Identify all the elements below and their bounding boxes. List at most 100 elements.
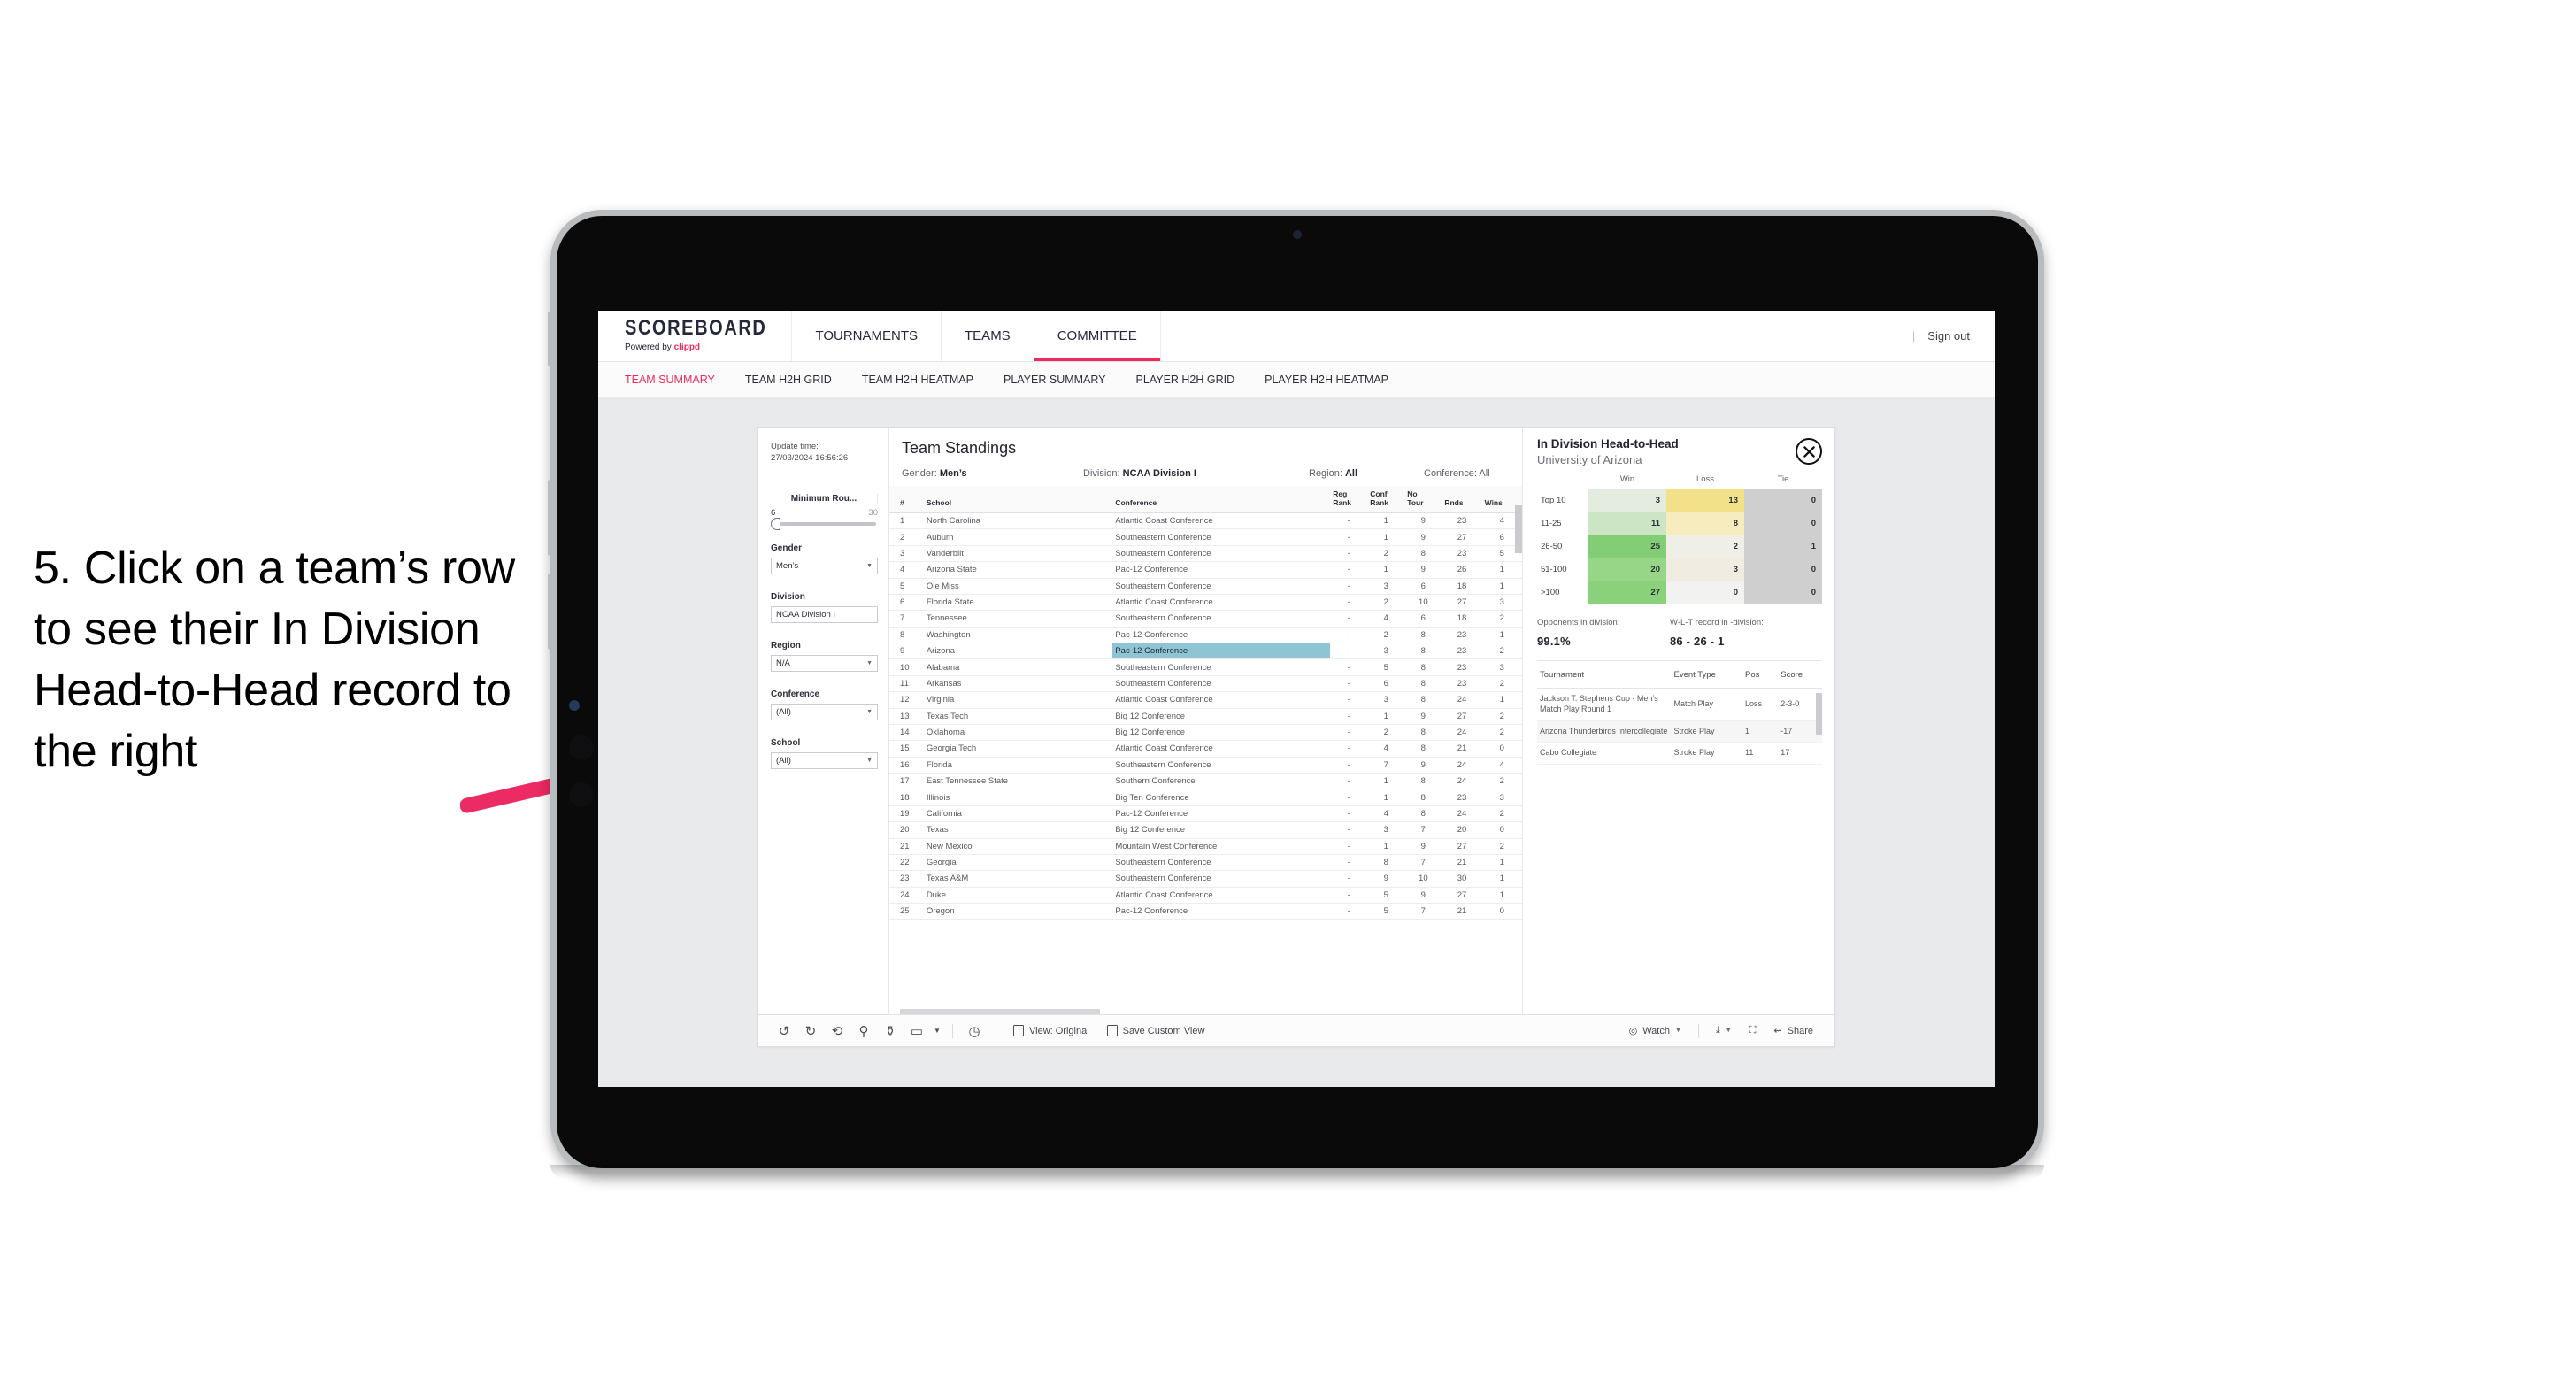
- col-pos[interactable]: Pos: [1742, 663, 1779, 689]
- h2h-cell-win[interactable]: 25: [1588, 535, 1666, 558]
- tournament-row[interactable]: Arizona Thunderbirds Intercollegiate Stro…: [1537, 720, 1822, 743]
- h2h-cell-loss[interactable]: 3: [1666, 558, 1744, 581]
- col-conference[interactable]: Conference: [1112, 486, 1331, 514]
- table-row[interactable]: 16 Florida Southeastern Conference -7 9 24 4: [889, 757, 1522, 774]
- table-row[interactable]: 12 Virginia Atlantic Coast Conference -3 8 24…: [889, 691, 1522, 709]
- col-reg-rank[interactable]: Reg Rank: [1330, 486, 1368, 514]
- h2h-cell-tie[interactable]: 0: [1744, 489, 1822, 512]
- h2h-cell-win[interactable]: 11: [1588, 512, 1666, 535]
- school-select[interactable]: (All) ▼: [771, 751, 878, 769]
- vertical-scrollbar[interactable]: [1515, 505, 1522, 553]
- conference-select[interactable]: (All) ▼: [771, 703, 878, 720]
- table-row[interactable]: 5 Ole Miss Southeastern Conference -3 6 18 1: [889, 578, 1522, 595]
- region-select[interactable]: N/A ▼: [771, 654, 878, 672]
- redo-icon[interactable]: ↻: [797, 1023, 824, 1039]
- tab-team-summary[interactable]: TEAM SUMMARY: [625, 373, 715, 386]
- save-custom-view-button[interactable]: Save Custom View: [1098, 1025, 1214, 1036]
- table-row[interactable]: 2 Auburn Southeastern Conference -1 9 27 6: [889, 528, 1522, 546]
- h2h-corner-cell: [1537, 474, 1588, 489]
- h2h-cell-loss[interactable]: 2: [1666, 535, 1744, 558]
- cell-no-tour: 7: [1404, 903, 1442, 920]
- tournament-row[interactable]: Jackson T. Stephens Cup - Men’s Match Pl…: [1537, 688, 1822, 721]
- tab-team-h2h-heatmap[interactable]: TEAM H2H HEATMAP: [862, 373, 973, 386]
- tournament-row[interactable]: Cabo Collegiate Stroke Play 11 17: [1537, 742, 1822, 766]
- tab-player-h2h-heatmap[interactable]: PLAYER H2H HEATMAP: [1265, 373, 1388, 386]
- cell-event-type: Stroke Play: [1671, 720, 1743, 743]
- col-score[interactable]: Score: [1778, 663, 1822, 689]
- view-original-button[interactable]: View: Original: [1004, 1025, 1098, 1036]
- close-icon[interactable]: [1796, 438, 1822, 465]
- watch-button[interactable]: ◎ Watch ▼: [1620, 1025, 1690, 1037]
- table-row[interactable]: 23 Texas A&M Southeastern Conference -9 10 30…: [889, 870, 1522, 888]
- tab-team-h2h-grid[interactable]: TEAM H2H GRID: [745, 373, 832, 386]
- cell-conf-rank: 1: [1367, 773, 1405, 790]
- cell-reg-rank: -: [1330, 610, 1368, 628]
- table-row[interactable]: 4 Arizona State Pac-12 Conference -1 9 26 1: [889, 561, 1522, 579]
- revert-icon[interactable]: ⟲: [824, 1023, 850, 1039]
- chevron-down-icon[interactable]: ▼: [930, 1027, 944, 1035]
- minimum-rounds-slider[interactable]: [771, 517, 876, 530]
- h2h-cell-tie[interactable]: 0: [1744, 581, 1822, 604]
- tab-player-summary[interactable]: PLAYER SUMMARY: [1003, 373, 1106, 386]
- gender-select[interactable]: Men’s ▼: [771, 557, 878, 574]
- table-row[interactable]: 8 Washington Pac-12 Conference -2 8 23 1: [889, 627, 1522, 644]
- table-row[interactable]: 1 North Carolina Atlantic Coast Conference…: [889, 512, 1522, 530]
- division-select[interactable]: NCAA Division I: [771, 605, 878, 623]
- slider-handle[interactable]: [771, 517, 780, 530]
- col-conf-rank[interactable]: Conf Rank: [1367, 486, 1405, 514]
- table-row[interactable]: 11 Arkansas Southeastern Conference -6 8 23 2: [889, 675, 1522, 693]
- alerts-icon[interactable]: ◷: [961, 1023, 988, 1039]
- pause-updates-icon[interactable]: ⚱: [877, 1023, 904, 1039]
- volume-down-button[interactable]: [548, 574, 552, 650]
- tournament-scrollbar[interactable]: [1816, 693, 1822, 736]
- table-row[interactable]: 13 Texas Tech Big 12 Conference -1 9 27 2: [889, 708, 1522, 725]
- table-row[interactable]: 22 Georgia Southeastern Conference -8 7 21 1: [889, 854, 1522, 872]
- table-row[interactable]: 24 Duke Atlantic Coast Conference -5 9 27 1: [889, 887, 1522, 905]
- table-row[interactable]: 7 Tennessee Southeastern Conference -4 6 18 2: [889, 610, 1522, 628]
- tab-player-h2h-grid[interactable]: PLAYER H2H GRID: [1136, 373, 1235, 386]
- nav-item-teams[interactable]: TEAMS: [942, 311, 1034, 361]
- col-rank[interactable]: #: [889, 486, 924, 514]
- share-button[interactable]: ⇜ Share: [1765, 1025, 1822, 1037]
- table-row[interactable]: 25 Oregon Pac-12 Conference -5 7 21 0: [889, 903, 1522, 920]
- volume-up-button[interactable]: [548, 480, 552, 556]
- col-rnds[interactable]: Rnds: [1442, 486, 1482, 514]
- h2h-cell-tie[interactable]: 0: [1744, 558, 1822, 581]
- table-row[interactable]: 10 Alabama Southeastern Conference -5 8 23 3: [889, 658, 1522, 676]
- table-row[interactable]: 17 East Tennessee State Southern Conferenc…: [889, 773, 1522, 790]
- h2h-cell-tie[interactable]: 0: [1744, 512, 1822, 535]
- table-row[interactable]: 14 Oklahoma Big 12 Conference -2 8 24 2: [889, 724, 1522, 742]
- h2h-cell-win[interactable]: 3: [1588, 489, 1666, 512]
- device-layout-icon[interactable]: ▭: [904, 1023, 930, 1039]
- h2h-cell-loss[interactable]: 13: [1666, 489, 1744, 512]
- table-row[interactable]: 15 Georgia Tech Atlantic Coast Conference -…: [889, 740, 1522, 758]
- col-event-type[interactable]: Event Type: [1671, 663, 1743, 689]
- horizontal-scrollbar-track[interactable]: [889, 1006, 1522, 1014]
- table-row[interactable]: 9 Arizona Pac-12 Conference -3 8 23 2: [889, 643, 1522, 660]
- fullscreen-button[interactable]: ⛶: [1741, 1025, 1765, 1036]
- table-row[interactable]: 21 New Mexico Mountain West Conference -1 9 2…: [889, 838, 1522, 855]
- power-button[interactable]: [548, 312, 552, 366]
- table-row[interactable]: 19 California Pac-12 Conference -4 8 24 2: [889, 805, 1522, 823]
- download-button[interactable]: ⤓ ▼: [1707, 1025, 1741, 1036]
- undo-icon[interactable]: ↺: [771, 1023, 797, 1039]
- col-tournament[interactable]: Tournament: [1537, 663, 1672, 689]
- brand-logo[interactable]: SCOREBOARD Powered by clippd: [598, 311, 793, 361]
- sign-out-link[interactable]: Sign out: [1927, 329, 1970, 343]
- tournament-tbody: Jackson T. Stephens Cup - Men’s Match Pl…: [1537, 688, 1822, 766]
- table-row[interactable]: 6 Florida State Atlantic Coast Conference -…: [889, 594, 1522, 612]
- h2h-cell-loss[interactable]: 0: [1666, 581, 1744, 604]
- h2h-cell-tie[interactable]: 1: [1744, 535, 1822, 558]
- table-row[interactable]: 18 Illinois Big Ten Conference -1 8 23 3: [889, 789, 1522, 806]
- h2h-cell-win[interactable]: 27: [1588, 581, 1666, 604]
- h2h-cell-loss[interactable]: 8: [1666, 512, 1744, 535]
- h2h-cell-win[interactable]: 20: [1588, 558, 1666, 581]
- nav-item-committee[interactable]: COMMITTEE: [1034, 311, 1161, 361]
- main-nav-items: TOURNAMENTS TEAMS COMMITTEE: [792, 311, 1161, 361]
- table-row[interactable]: 20 Texas Big 12 Conference -3 7 20 0: [889, 821, 1522, 839]
- col-school[interactable]: School: [923, 486, 1113, 514]
- nav-item-tournaments[interactable]: TOURNAMENTS: [792, 311, 942, 361]
- col-no-tour[interactable]: No Tour: [1404, 486, 1442, 514]
- refresh-data-icon[interactable]: ⚲: [850, 1023, 877, 1039]
- table-row[interactable]: 3 Vanderbilt Southeastern Conference -2 8 23 5: [889, 545, 1522, 563]
